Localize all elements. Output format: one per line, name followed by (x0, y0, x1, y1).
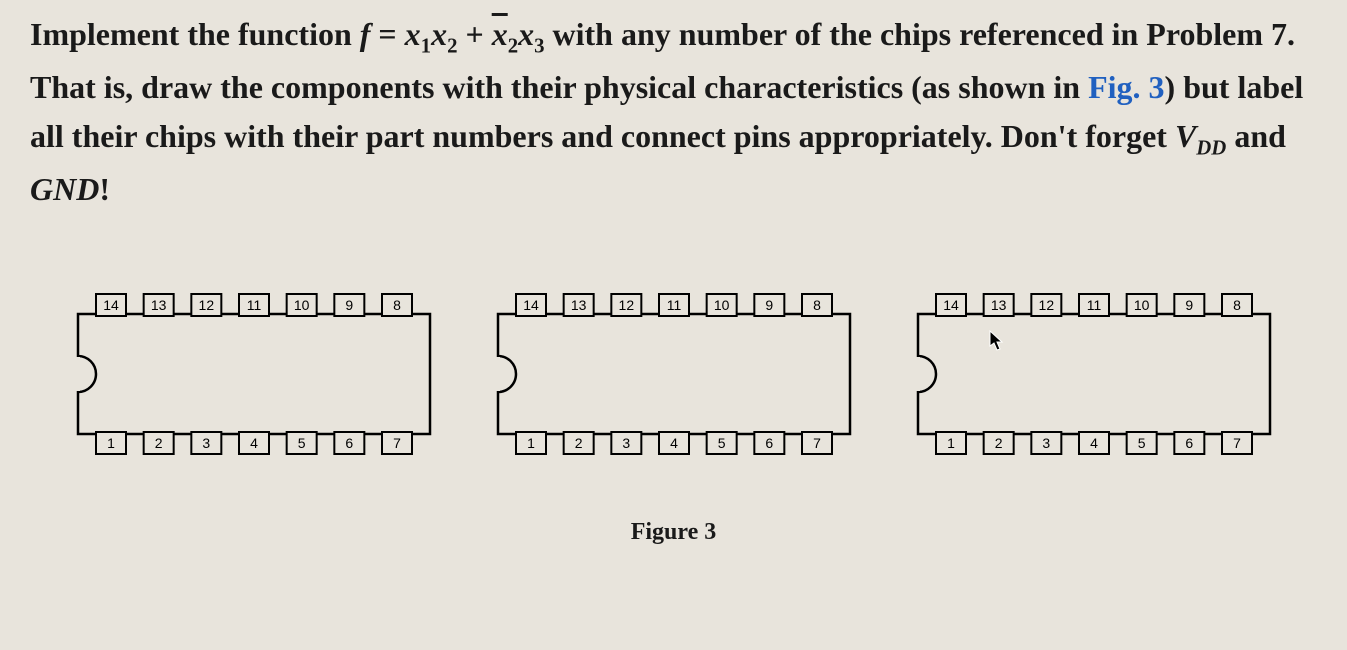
pin-label: 13 (570, 297, 586, 313)
pin-label: 5 (1137, 435, 1145, 451)
pin-label: 14 (523, 297, 539, 313)
pin-label: 13 (990, 297, 1006, 313)
pin-label: 8 (393, 297, 401, 313)
figure-caption: Figure 3 (30, 519, 1317, 546)
pin-label: 7 (393, 435, 401, 451)
plus: + (465, 16, 491, 52)
pin-label: 3 (1042, 435, 1050, 451)
pin-label: 6 (1185, 435, 1193, 451)
gnd: GND (30, 171, 99, 207)
pin-label: 13 (150, 297, 166, 313)
pin-label: 4 (670, 435, 678, 451)
pin-label: 12 (198, 297, 214, 313)
pin-label: 3 (622, 435, 630, 451)
dip-chip: 1413121110981234567 (64, 284, 444, 464)
pin-label: 9 (345, 297, 353, 313)
pin-label: 5 (717, 435, 725, 451)
pin-label: 6 (765, 435, 773, 451)
pin-label: 9 (1185, 297, 1193, 313)
pin-label: 4 (1090, 435, 1098, 451)
pin-label: 7 (813, 435, 821, 451)
equals: = (378, 16, 404, 52)
figure-reference: Fig. 3 (1088, 69, 1164, 105)
pin-label: 9 (765, 297, 773, 313)
pin-label: 6 (345, 435, 353, 451)
pin-label: 12 (1038, 297, 1054, 313)
pin-label: 11 (666, 297, 681, 313)
and: and (1234, 118, 1286, 154)
excl: ! (99, 171, 110, 207)
pin-label: 2 (154, 435, 162, 451)
pin-label: 10 (1133, 297, 1149, 313)
var-x2bar: x2 (492, 16, 518, 52)
pin-label: 7 (1233, 435, 1241, 451)
chips-row: 1413121110981234567141312111098123456714… (30, 284, 1317, 464)
dip-chip: 1413121110981234567 (484, 284, 864, 464)
problem-statement: Implement the function f = x1x2 + x2x3 w… (30, 10, 1317, 214)
pin-label: 1 (527, 435, 535, 451)
pin-label: 10 (713, 297, 729, 313)
var-x1: x1 (405, 16, 431, 52)
pin-label: 2 (574, 435, 582, 451)
pin-label: 11 (246, 297, 261, 313)
pin-label: 4 (250, 435, 258, 451)
pin-label: 5 (297, 435, 305, 451)
pin-label: 12 (618, 297, 634, 313)
dip-chip: 1413121110981234567 (904, 284, 1284, 464)
pin-label: 11 (1086, 297, 1101, 313)
var-x3: x3 (518, 16, 544, 52)
text: Implement the function (30, 16, 360, 52)
var-x2: x2 (431, 16, 457, 52)
pin-label: 1 (947, 435, 955, 451)
pin-label: 8 (1233, 297, 1241, 313)
pin-label: 14 (103, 297, 119, 313)
var-f: f (360, 16, 371, 52)
pin-label: 14 (943, 297, 959, 313)
vdd: VDD (1175, 118, 1226, 154)
pin-label: 2 (994, 435, 1002, 451)
pin-label: 8 (813, 297, 821, 313)
pin-label: 3 (202, 435, 210, 451)
pin-label: 1 (107, 435, 115, 451)
pin-label: 10 (293, 297, 309, 313)
